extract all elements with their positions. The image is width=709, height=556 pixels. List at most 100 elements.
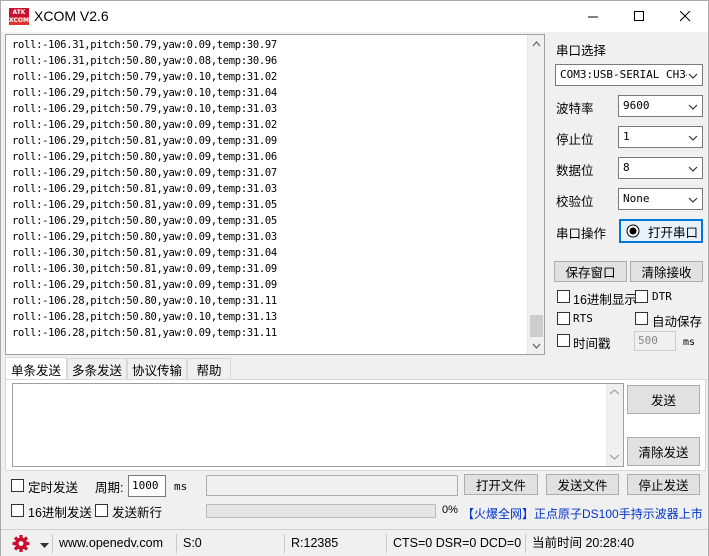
send-text-input[interactable] [12,383,624,467]
hex-display-checkbox[interactable] [557,290,570,303]
send-scrollbar[interactable] [606,384,623,466]
stopbits-select[interactable]: 1 [618,126,703,148]
tab-help[interactable]: 帮助 [187,358,231,380]
chevron-down-icon [687,193,699,205]
receive-line: roll:-106.30,pitch:50.81,yaw:0.09,temp:3… [12,247,277,259]
port-select-label: 串口选择 [556,44,607,58]
databits-select-value: 8 [623,161,630,174]
open-port-label: 打开串口 [648,225,699,240]
receive-line: roll:-106.31,pitch:50.80,yaw:0.08,temp:3… [12,55,277,67]
receive-line: roll:-106.29,pitch:50.79,yaw:0.10,temp:3… [12,103,277,115]
receive-line: roll:-106.28,pitch:50.80,yaw:0.10,temp:3… [12,311,277,323]
xcom-window: ATK XCOM XCOM V2.6 roll:-106.31,pitch:50… [0,0,709,556]
clear-send-button[interactable]: 清除发送 [627,437,700,466]
timestamp-ms-unit: ms [683,337,696,348]
receive-lines: roll:-106.31,pitch:50.79,yaw:0.09,temp:3… [12,37,277,341]
scroll-thumb[interactable] [530,315,543,337]
port-op-label: 串口操作 [556,227,607,241]
hex-send-label: 16进制发送 [28,506,92,520]
parity-label: 校验位 [556,195,594,209]
status-bar: www.openedv.com S:0 R:12385 CTS=0 DSR=0 … [1,529,708,556]
receive-line: roll:-106.29,pitch:50.79,yaw:0.10,temp:3… [12,71,277,83]
auto-save-checkbox[interactable] [635,312,648,325]
gear-icon[interactable] [11,534,31,553]
tab-single-send[interactable]: 单条发送 [5,357,67,380]
port-status-icon [626,224,640,238]
baud-select[interactable]: 9600 [618,95,703,117]
timed-send-checkbox[interactable] [11,479,24,492]
stopbits-select-value: 1 [623,130,630,143]
parity-select-value: None [623,192,650,205]
current-time: 当前时间 20:28:40 [525,534,705,553]
timestamp-label: 时间戳 [573,337,611,351]
dtr-label: DTR [652,290,672,303]
timestamp-ms-input[interactable]: 500 [634,331,676,351]
minimize-button[interactable] [570,1,616,32]
receive-text-area[interactable]: roll:-106.31,pitch:50.79,yaw:0.09,temp:3… [5,34,545,355]
settings-dropdown-arrow[interactable] [40,538,49,552]
databits-label: 数据位 [556,164,594,178]
chevron-down-icon [687,131,699,143]
receive-line: roll:-106.28,pitch:50.81,yaw:0.09,temp:3… [12,327,277,339]
receive-line: roll:-106.29,pitch:50.81,yaw:0.09,temp:3… [12,279,277,291]
save-window-button[interactable]: 保存窗口 [554,261,627,282]
baud-label: 波特率 [556,102,594,116]
chevron-down-icon [687,69,699,81]
send-progress-bar [206,504,436,518]
hex-send-checkbox[interactable] [11,504,24,517]
open-port-button[interactable]: 打开串口 [619,219,703,243]
clear-receive-button[interactable]: 清除接收 [630,261,703,282]
rts-label: RTS [573,312,593,325]
window-title: XCOM V2.6 [34,8,109,24]
received-count: R:12385 [284,534,384,553]
period-label: 周期: [95,481,124,495]
receive-line: roll:-106.29,pitch:50.80,yaw:0.09,temp:3… [12,167,277,179]
receive-line: roll:-106.29,pitch:50.80,yaw:0.09,temp:3… [12,119,277,131]
scroll-down-icon [609,454,620,460]
stopbits-label: 停止位 [556,133,594,147]
timestamp-checkbox[interactable] [557,334,570,347]
chevron-down-icon [40,543,49,548]
app-logo-icon: ATK XCOM [9,8,29,25]
receive-line: roll:-106.31,pitch:50.79,yaw:0.09,temp:3… [12,39,277,51]
scroll-up-icon[interactable] [528,35,544,52]
auto-save-label: 自动保存 [652,315,703,329]
maximize-button[interactable] [616,1,662,32]
app-logo-text-bottom: XCOM [9,17,29,25]
website-link[interactable]: www.openedv.com [52,534,172,553]
single-send-pane [5,379,706,471]
chevron-down-icon [687,162,699,174]
port-select-value: COM3:USB-SERIAL CH340 [560,68,700,81]
period-unit: ms [174,480,188,493]
send-newline-checkbox[interactable] [95,504,108,517]
progress-percent: 0% [442,504,458,516]
file-path-field[interactable] [206,475,458,496]
chevron-down-icon [687,100,699,112]
receive-line: roll:-106.28,pitch:50.80,yaw:0.10,temp:3… [12,295,277,307]
title-bar: ATK XCOM XCOM V2.6 [1,1,708,32]
tab-multi-send[interactable]: 多条发送 [67,358,127,380]
receive-line: roll:-106.29,pitch:50.81,yaw:0.09,temp:3… [12,183,277,195]
send-file-button[interactable]: 发送文件 [546,474,619,495]
receive-scrollbar[interactable] [527,35,544,354]
open-file-button[interactable]: 打开文件 [464,474,538,495]
period-input[interactable]: 1000 [128,475,166,497]
scroll-down-icon[interactable] [528,337,544,354]
timed-send-label: 定时发送 [28,481,79,495]
app-logo-text-top: ATK [9,8,29,17]
port-select[interactable]: COM3:USB-SERIAL CH340 [555,64,703,86]
send-button[interactable]: 发送 [627,385,700,414]
stop-send-button[interactable]: 停止发送 [627,474,700,495]
tab-protocol[interactable]: 协议传输 [127,358,187,380]
close-icon [679,11,690,22]
receive-line: roll:-106.29,pitch:50.81,yaw:0.09,temp:3… [12,135,277,147]
baud-select-value: 9600 [623,99,650,112]
close-button[interactable] [662,1,708,32]
databits-select[interactable]: 8 [618,157,703,179]
dtr-checkbox[interactable] [635,290,648,303]
promo-link[interactable]: 【火爆全网】正点原子DS100手持示波器上市 [462,505,703,522]
receive-line: roll:-106.29,pitch:50.81,yaw:0.09,temp:3… [12,199,277,211]
rts-checkbox[interactable] [557,312,570,325]
parity-select[interactable]: None [618,188,703,210]
receive-line: roll:-106.29,pitch:50.80,yaw:0.09,temp:3… [12,215,277,227]
